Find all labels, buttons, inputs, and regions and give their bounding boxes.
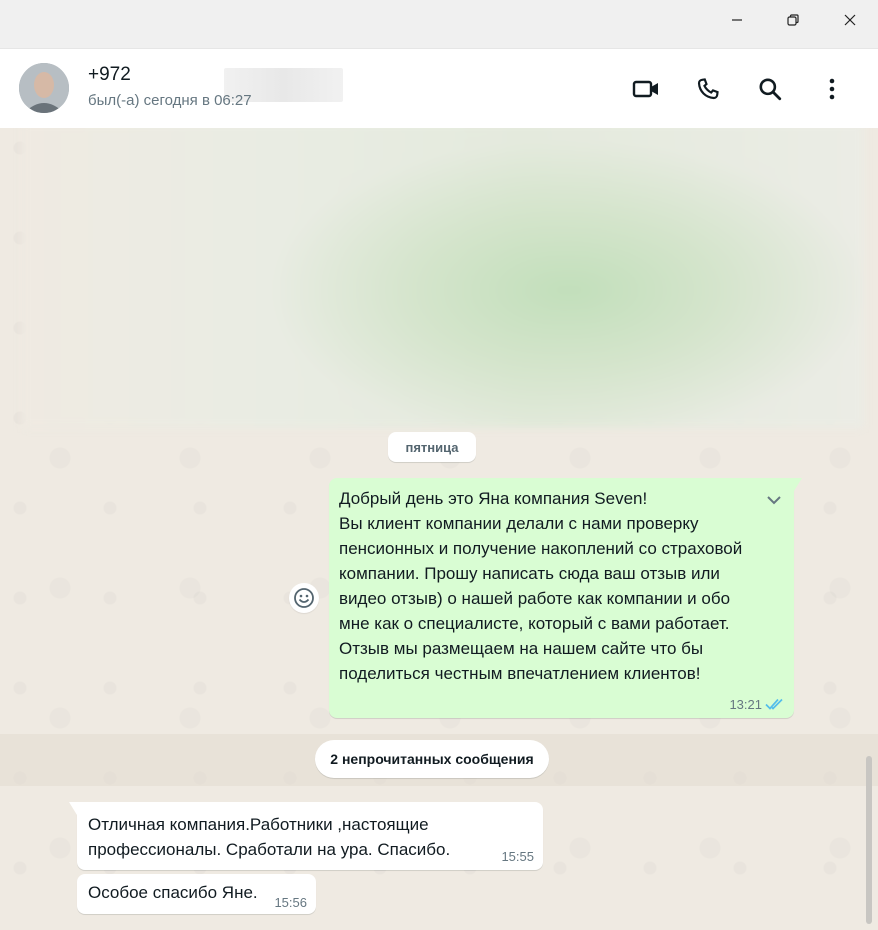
restore-icon (787, 14, 799, 26)
outgoing-message[interactable]: Добрый день это Яна компания Seven! Вы к… (329, 478, 802, 718)
date-separator: пятница (388, 432, 476, 462)
contact-last-seen: был(-а) сегодня в 06:27 (88, 92, 252, 109)
incoming-message-text: Отличная компания.Работники ,настоящие п… (88, 815, 451, 859)
search-button[interactable] (754, 73, 786, 105)
chat-header: +972 был(-а) сегодня в 06:27 (0, 48, 878, 128)
more-vert-icon (829, 78, 835, 100)
outgoing-message-text: Добрый день это Яна компания Seven! Вы к… (339, 489, 743, 683)
minimize-icon (732, 19, 742, 21)
chevron-down-icon[interactable] (764, 490, 784, 510)
double-check-icon (765, 698, 783, 710)
incoming-message[interactable]: Особое спасибо Яне. 15:56 (77, 874, 316, 914)
contact-name-text: +972 (88, 64, 131, 85)
voice-call-button[interactable] (692, 73, 724, 105)
minimize-button[interactable] (714, 0, 760, 40)
close-button[interactable] (827, 0, 873, 40)
chat-scrollbar[interactable] (866, 756, 872, 924)
emoji-smile-icon (294, 588, 314, 608)
search-icon (759, 78, 782, 101)
close-icon (844, 14, 856, 26)
incoming-message-time: 15:56 (274, 895, 307, 910)
window-title-bar (0, 0, 878, 48)
chat-area[interactable]: пятница Добрый день это Яна компания Sev… (0, 128, 878, 930)
contact-avatar[interactable] (19, 63, 69, 113)
video-call-button[interactable] (630, 73, 662, 105)
incoming-message-time: 15:55 (501, 849, 534, 864)
blurred-media-message[interactable] (22, 128, 864, 428)
incoming-message[interactable]: Отличная компания.Работники ,настоящие п… (69, 802, 543, 870)
video-call-icon (632, 80, 658, 98)
more-options-button[interactable] (816, 73, 848, 105)
avatar-photo (19, 63, 69, 113)
voice-call-icon (697, 78, 719, 100)
reaction-button[interactable] (289, 583, 319, 613)
restore-button[interactable] (770, 0, 816, 40)
contact-name[interactable]: +972 (88, 64, 343, 102)
unread-messages-label: 2 непрочитанных сообщения (315, 740, 549, 778)
outgoing-message-time: 13:21 (729, 697, 762, 712)
